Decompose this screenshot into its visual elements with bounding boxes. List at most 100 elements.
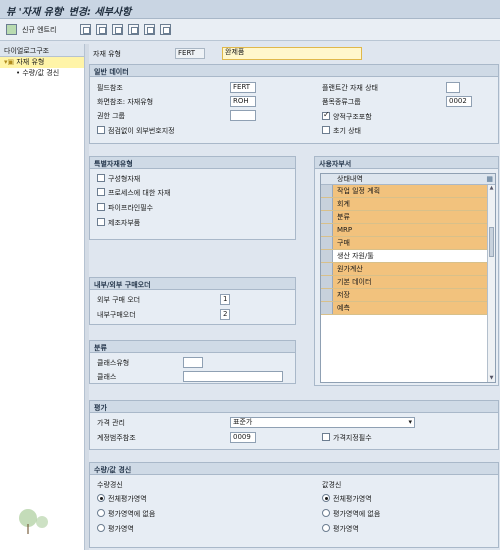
external-number-label: 점검없이 외부번호지정	[108, 127, 175, 135]
external-number-checkbox[interactable]	[97, 126, 105, 134]
configurable-material-label: 구성형자재	[108, 175, 141, 183]
copy-as-icon[interactable]	[80, 24, 91, 35]
status-row[interactable]: 기본 데이터	[321, 276, 495, 289]
row-selector[interactable]	[321, 289, 333, 301]
toolbar: 신규 엔트리	[0, 19, 500, 41]
row-selector[interactable]	[321, 224, 333, 236]
status-row[interactable]: 구매	[321, 237, 495, 250]
value-not-in-valuation-area-label: 평가영역에 없음	[333, 510, 381, 518]
status-row[interactable]: 생산 자원/툴	[321, 250, 495, 263]
previous-entry-icon[interactable]	[128, 24, 139, 35]
special-material-type-title: 특별자재유형	[90, 157, 295, 169]
cross-plant-status-field[interactable]	[446, 82, 460, 93]
tree-item-label: 수량/값 경신	[22, 69, 60, 77]
value-all-valuation-areas-radio[interactable]	[322, 494, 330, 502]
price-control-mandatory-checkbox[interactable]	[322, 433, 330, 441]
row-selector[interactable]	[321, 302, 333, 314]
watermark-logo	[19, 509, 48, 534]
process-material-label: 프로세스에 대한 자재	[108, 189, 171, 197]
value-valuation-area-label: 평가영역	[333, 525, 359, 533]
status-row[interactable]: 분류	[321, 211, 495, 224]
authorization-group-field[interactable]	[230, 110, 256, 121]
screen-reference-field[interactable]: ROH	[230, 96, 256, 107]
class-field[interactable]	[183, 371, 283, 382]
purchase-order-title: 내부/외부 구매오더	[90, 278, 295, 290]
tree-item-label: 자재 유형	[16, 58, 45, 66]
value-valuation-area-radio[interactable]	[322, 524, 330, 532]
status-table-scrollbar[interactable]: ▲ ▼	[487, 185, 495, 382]
account-category-ref-field[interactable]: 0009	[230, 432, 256, 443]
process-material-checkbox[interactable]	[97, 188, 105, 196]
tree-item-qty-value-update[interactable]: • 수량/값 경신	[0, 68, 84, 79]
status-row[interactable]: 작업 일정 계획	[321, 185, 495, 198]
manufacturer-part-label: 제조자부품	[108, 219, 141, 227]
detail-area: 자재 유형 FERT 완제품 일반 데이터 필드참조 FERT 화면참조: 자재…	[89, 44, 500, 550]
row-selector[interactable]	[321, 276, 333, 288]
delete-icon[interactable]	[96, 24, 107, 35]
price-control-label: 가격 관리	[97, 419, 125, 427]
glasses-toggle-icon[interactable]	[6, 24, 17, 35]
value-not-in-valuation-area-radio[interactable]	[322, 509, 330, 517]
row-selector[interactable]	[321, 211, 333, 223]
general-data-title: 일반 데이터	[90, 65, 498, 77]
row-selector[interactable]	[321, 263, 333, 275]
tree-item-material-type[interactable]: ▾▣ 자재 유형	[0, 57, 84, 68]
status-table: 상태내역 ▦ 작업 일정 계획 회계 분류 MRP 구매 생산 자원/툴 원가계…	[320, 173, 496, 383]
bc-set-icon[interactable]	[160, 24, 171, 35]
new-entries-button[interactable]: 신규 엔트리	[22, 23, 56, 37]
material-type-description-field[interactable]: 완제품	[222, 47, 362, 60]
item-category-group-field[interactable]: 0002	[446, 96, 472, 107]
internal-po-field[interactable]: 2	[220, 309, 230, 320]
scroll-down-icon[interactable]: ▼	[488, 375, 495, 382]
price-control-value: 표준가	[233, 418, 253, 426]
qty-not-in-valuation-area-radio[interactable]	[97, 509, 105, 517]
status-row[interactable]: 회계	[321, 198, 495, 211]
account-category-ref-label: 계정범주참조	[97, 434, 136, 442]
class-type-field[interactable]	[183, 357, 203, 368]
row-selector[interactable]	[321, 198, 333, 210]
manufacturer-part-checkbox[interactable]	[97, 218, 105, 226]
status-row[interactable]: MRP	[321, 224, 495, 237]
status-row-label: 작업 일정 계획	[337, 187, 381, 195]
with-qty-structure-checkbox[interactable]	[322, 110, 330, 120]
status-table-header: 상태내역 ▦	[321, 174, 495, 185]
status-row-label: 회계	[337, 200, 350, 208]
folder-open-icon: ▾▣	[4, 58, 17, 66]
qty-valuation-area-radio[interactable]	[97, 524, 105, 532]
qty-all-valuation-areas-radio[interactable]	[97, 494, 105, 502]
table-settings-icon[interactable]: ▦	[486, 174, 493, 185]
next-entry-icon[interactable]	[144, 24, 155, 35]
status-row[interactable]: 예측	[321, 302, 495, 315]
user-department-group: 사용자부서 상태내역 ▦ 작업 일정 계획 회계 분류 MRP 구매 생산 자원…	[314, 156, 499, 386]
scroll-thumb[interactable]	[489, 227, 494, 257]
status-row-label: 기본 데이터	[337, 278, 372, 286]
row-selector[interactable]	[321, 250, 333, 262]
status-row[interactable]: 원가계산	[321, 263, 495, 276]
qty-all-valuation-areas-label: 전체평가영역	[108, 495, 147, 503]
row-selector[interactable]	[321, 237, 333, 249]
row-selector[interactable]	[321, 185, 333, 197]
value-all-valuation-areas-label: 전체평가영역	[333, 495, 372, 503]
status-row-label: 예측	[337, 304, 350, 312]
screen-reference-label: 화면참조: 자재유형	[97, 98, 154, 106]
status-row-label: 분류	[337, 213, 350, 221]
status-column-header: 상태내역	[337, 175, 363, 183]
external-po-field[interactable]: 1	[220, 294, 230, 305]
qty-update-label: 수량경신	[97, 481, 123, 489]
general-data-group: 일반 데이터 필드참조 FERT 화면참조: 자재유형 ROH 권한 그룹 점검…	[89, 64, 499, 144]
pipeline-mandatory-checkbox[interactable]	[97, 203, 105, 211]
field-reference-field[interactable]: FERT	[230, 82, 256, 93]
user-department-title: 사용자부서	[315, 157, 498, 169]
configurable-material-checkbox[interactable]	[97, 174, 105, 182]
scroll-up-icon[interactable]: ▲	[488, 185, 495, 192]
classification-group: 분류 클래스유형 클래스	[89, 340, 296, 384]
classification-title: 분류	[90, 341, 295, 353]
initial-status-checkbox[interactable]	[322, 126, 330, 134]
price-control-mandatory-label: 가격지정필수	[333, 434, 372, 442]
price-control-dropdown[interactable]: 표준가 ▾	[230, 417, 415, 428]
status-row[interactable]: 저장	[321, 289, 495, 302]
qty-valuation-area-label: 평가영역	[108, 525, 134, 533]
undo-change-icon[interactable]	[112, 24, 123, 35]
new-entries-label: 신규 엔트리	[22, 26, 57, 34]
status-row-label: 원가계산	[337, 265, 363, 273]
